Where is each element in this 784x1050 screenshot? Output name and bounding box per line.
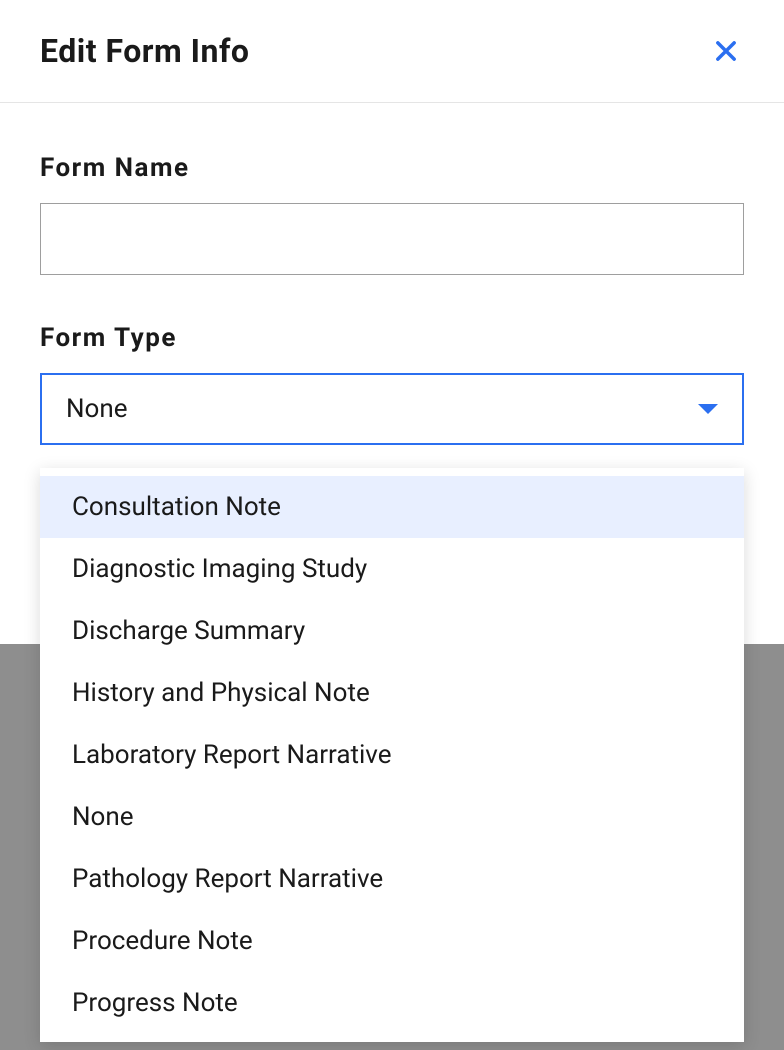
dropdown-option-pathology-report-narrative[interactable]: Pathology Report Narrative (40, 848, 744, 910)
form-name-input[interactable] (40, 203, 744, 275)
close-button[interactable] (708, 33, 744, 69)
dropdown-option-diagnostic-imaging-study[interactable]: Diagnostic Imaging Study (40, 538, 744, 600)
form-type-select[interactable]: None (40, 373, 744, 445)
form-type-label: Form Type (40, 323, 744, 353)
dropdown-option-laboratory-report-narrative[interactable]: Laboratory Report Narrative (40, 724, 744, 786)
close-icon (712, 37, 740, 65)
dropdown-option-procedure-note[interactable]: Procedure Note (40, 910, 744, 972)
modal-title: Edit Form Info (40, 32, 249, 70)
form-name-label: Form Name (40, 153, 744, 183)
edit-form-modal: Edit Form Info Form Name Form Type None (0, 0, 784, 533)
dropdown-option-history-physical-note[interactable]: History and Physical Note (40, 662, 744, 724)
form-type-dropdown[interactable]: Consultation Note Diagnostic Imaging Stu… (40, 468, 744, 1042)
dropdown-option-discharge-summary[interactable]: Discharge Summary (40, 600, 744, 662)
dropdown-option-consultation-note[interactable]: Consultation Note (40, 476, 744, 538)
modal-header: Edit Form Info (0, 0, 784, 103)
dropdown-option-none[interactable]: None (40, 786, 744, 848)
form-name-group: Form Name (40, 153, 744, 275)
dropdown-option-progress-note[interactable]: Progress Note (40, 972, 744, 1034)
caret-down-icon (698, 404, 718, 414)
form-type-group: Form Type None (40, 323, 744, 445)
form-type-selected-value: None (66, 394, 128, 424)
